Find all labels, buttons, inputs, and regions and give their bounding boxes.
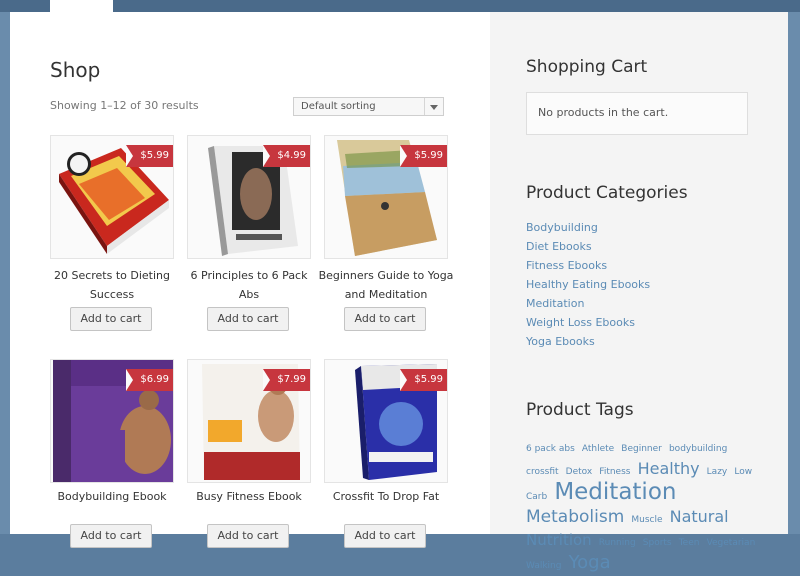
- tag-link[interactable]: Vegetarian: [707, 538, 756, 548]
- product-name[interactable]: Crossfit To Drop Fat: [318, 487, 454, 506]
- page-frame-right: [788, 12, 800, 534]
- add-to-cart-button[interactable]: Add to cart: [70, 307, 152, 331]
- product-image-dieting-secrets[interactable]: $5.99: [50, 135, 174, 259]
- cart-empty-text: No products in the cart.: [538, 106, 669, 119]
- product-name[interactable]: 6 Principles to 6 Pack Abs: [181, 266, 317, 304]
- tags-widget-title: Product Tags: [526, 400, 634, 420]
- tag-link[interactable]: Metabolism: [526, 507, 624, 527]
- add-to-cart-button[interactable]: Add to cart: [207, 307, 289, 331]
- category-link-meditation[interactable]: Meditation: [526, 294, 650, 313]
- tag-link[interactable]: crossfit: [526, 467, 559, 477]
- tag-cloud: 6 pack abs Athlete Beginner bodybuilding…: [526, 436, 762, 576]
- product-image-six-pack-abs[interactable]: $4.99: [187, 135, 311, 259]
- product-image-crossfit[interactable]: $5.99: [324, 359, 448, 483]
- page-title: Shop: [50, 58, 101, 82]
- sorting-value: Default sorting: [301, 101, 376, 112]
- product-name[interactable]: Bodybuilding Ebook: [44, 487, 180, 506]
- price-badge: $5.99: [400, 145, 447, 167]
- tag-link[interactable]: Teen: [679, 538, 700, 548]
- product-name[interactable]: 20 Secrets to Dieting Success: [44, 266, 180, 304]
- tag-link[interactable]: Fitness: [599, 467, 630, 477]
- category-link-healthy-eating[interactable]: Healthy Eating Ebooks: [526, 275, 650, 294]
- category-link-bodybuilding[interactable]: Bodybuilding: [526, 218, 650, 237]
- price-badge: $4.99: [263, 145, 310, 167]
- product-name[interactable]: Beginners Guide to Yoga and Meditation: [318, 266, 454, 304]
- tag-link[interactable]: Yoga: [569, 552, 611, 573]
- category-link-fitness-ebooks[interactable]: Fitness Ebooks: [526, 256, 650, 275]
- price-badge: $5.99: [126, 145, 173, 167]
- page-frame-left: [0, 12, 10, 534]
- result-count: Showing 1–12 of 30 results: [50, 99, 199, 112]
- top-nav-bar: [0, 0, 800, 12]
- category-link-yoga-ebooks[interactable]: Yoga Ebooks: [526, 332, 650, 351]
- product-image-yoga-meditation[interactable]: $5.99: [324, 135, 448, 259]
- tag-link[interactable]: Meditation: [554, 479, 676, 505]
- add-to-cart-button[interactable]: Add to cart: [344, 524, 426, 548]
- add-to-cart-button[interactable]: Add to cart: [70, 524, 152, 548]
- sidebar: Shopping Cart No products in the cart. P…: [490, 12, 788, 573]
- categories-widget-title: Product Categories: [526, 183, 688, 203]
- tag-link[interactable]: Athlete: [582, 444, 614, 454]
- product-name[interactable]: Busy Fitness Ebook: [181, 487, 317, 506]
- category-list: Bodybuilding Diet Ebooks Fitness Ebooks …: [526, 218, 650, 351]
- add-to-cart-button[interactable]: Add to cart: [207, 524, 289, 548]
- nav-tab-active[interactable]: [50, 0, 113, 12]
- product-image-busy-fitness[interactable]: $7.99: [187, 359, 311, 483]
- tag-link[interactable]: Lazy: [707, 467, 728, 477]
- chevron-down-icon: [424, 98, 443, 115]
- price-badge: $7.99: [263, 369, 310, 391]
- price-badge: $5.99: [400, 369, 447, 391]
- tag-link[interactable]: Walking: [526, 561, 561, 571]
- category-link-weight-loss[interactable]: Weight Loss Ebooks: [526, 313, 650, 332]
- tag-link[interactable]: Muscle: [631, 515, 662, 525]
- tag-link[interactable]: Sports: [643, 538, 672, 548]
- price-badge: $6.99: [126, 369, 173, 391]
- tag-link[interactable]: Natural: [670, 507, 729, 526]
- add-to-cart-button[interactable]: Add to cart: [344, 307, 426, 331]
- tag-link[interactable]: Detox: [566, 467, 593, 477]
- tag-link[interactable]: Running: [599, 538, 636, 548]
- tag-link[interactable]: 6 pack abs: [526, 444, 575, 454]
- category-link-diet-ebooks[interactable]: Diet Ebooks: [526, 237, 650, 256]
- sorting-select[interactable]: Default sorting: [293, 97, 444, 116]
- cart-widget-title: Shopping Cart: [526, 57, 648, 77]
- cart-empty-box: No products in the cart.: [526, 92, 748, 135]
- tag-link[interactable]: bodybuilding: [669, 444, 727, 454]
- tag-link[interactable]: Healthy: [638, 459, 700, 478]
- product-image-bodybuilding[interactable]: $6.99: [50, 359, 174, 483]
- shop-main-content: Shop Showing 1–12 of 30 results Default …: [10, 12, 490, 548]
- tag-link[interactable]: Beginner: [621, 444, 662, 454]
